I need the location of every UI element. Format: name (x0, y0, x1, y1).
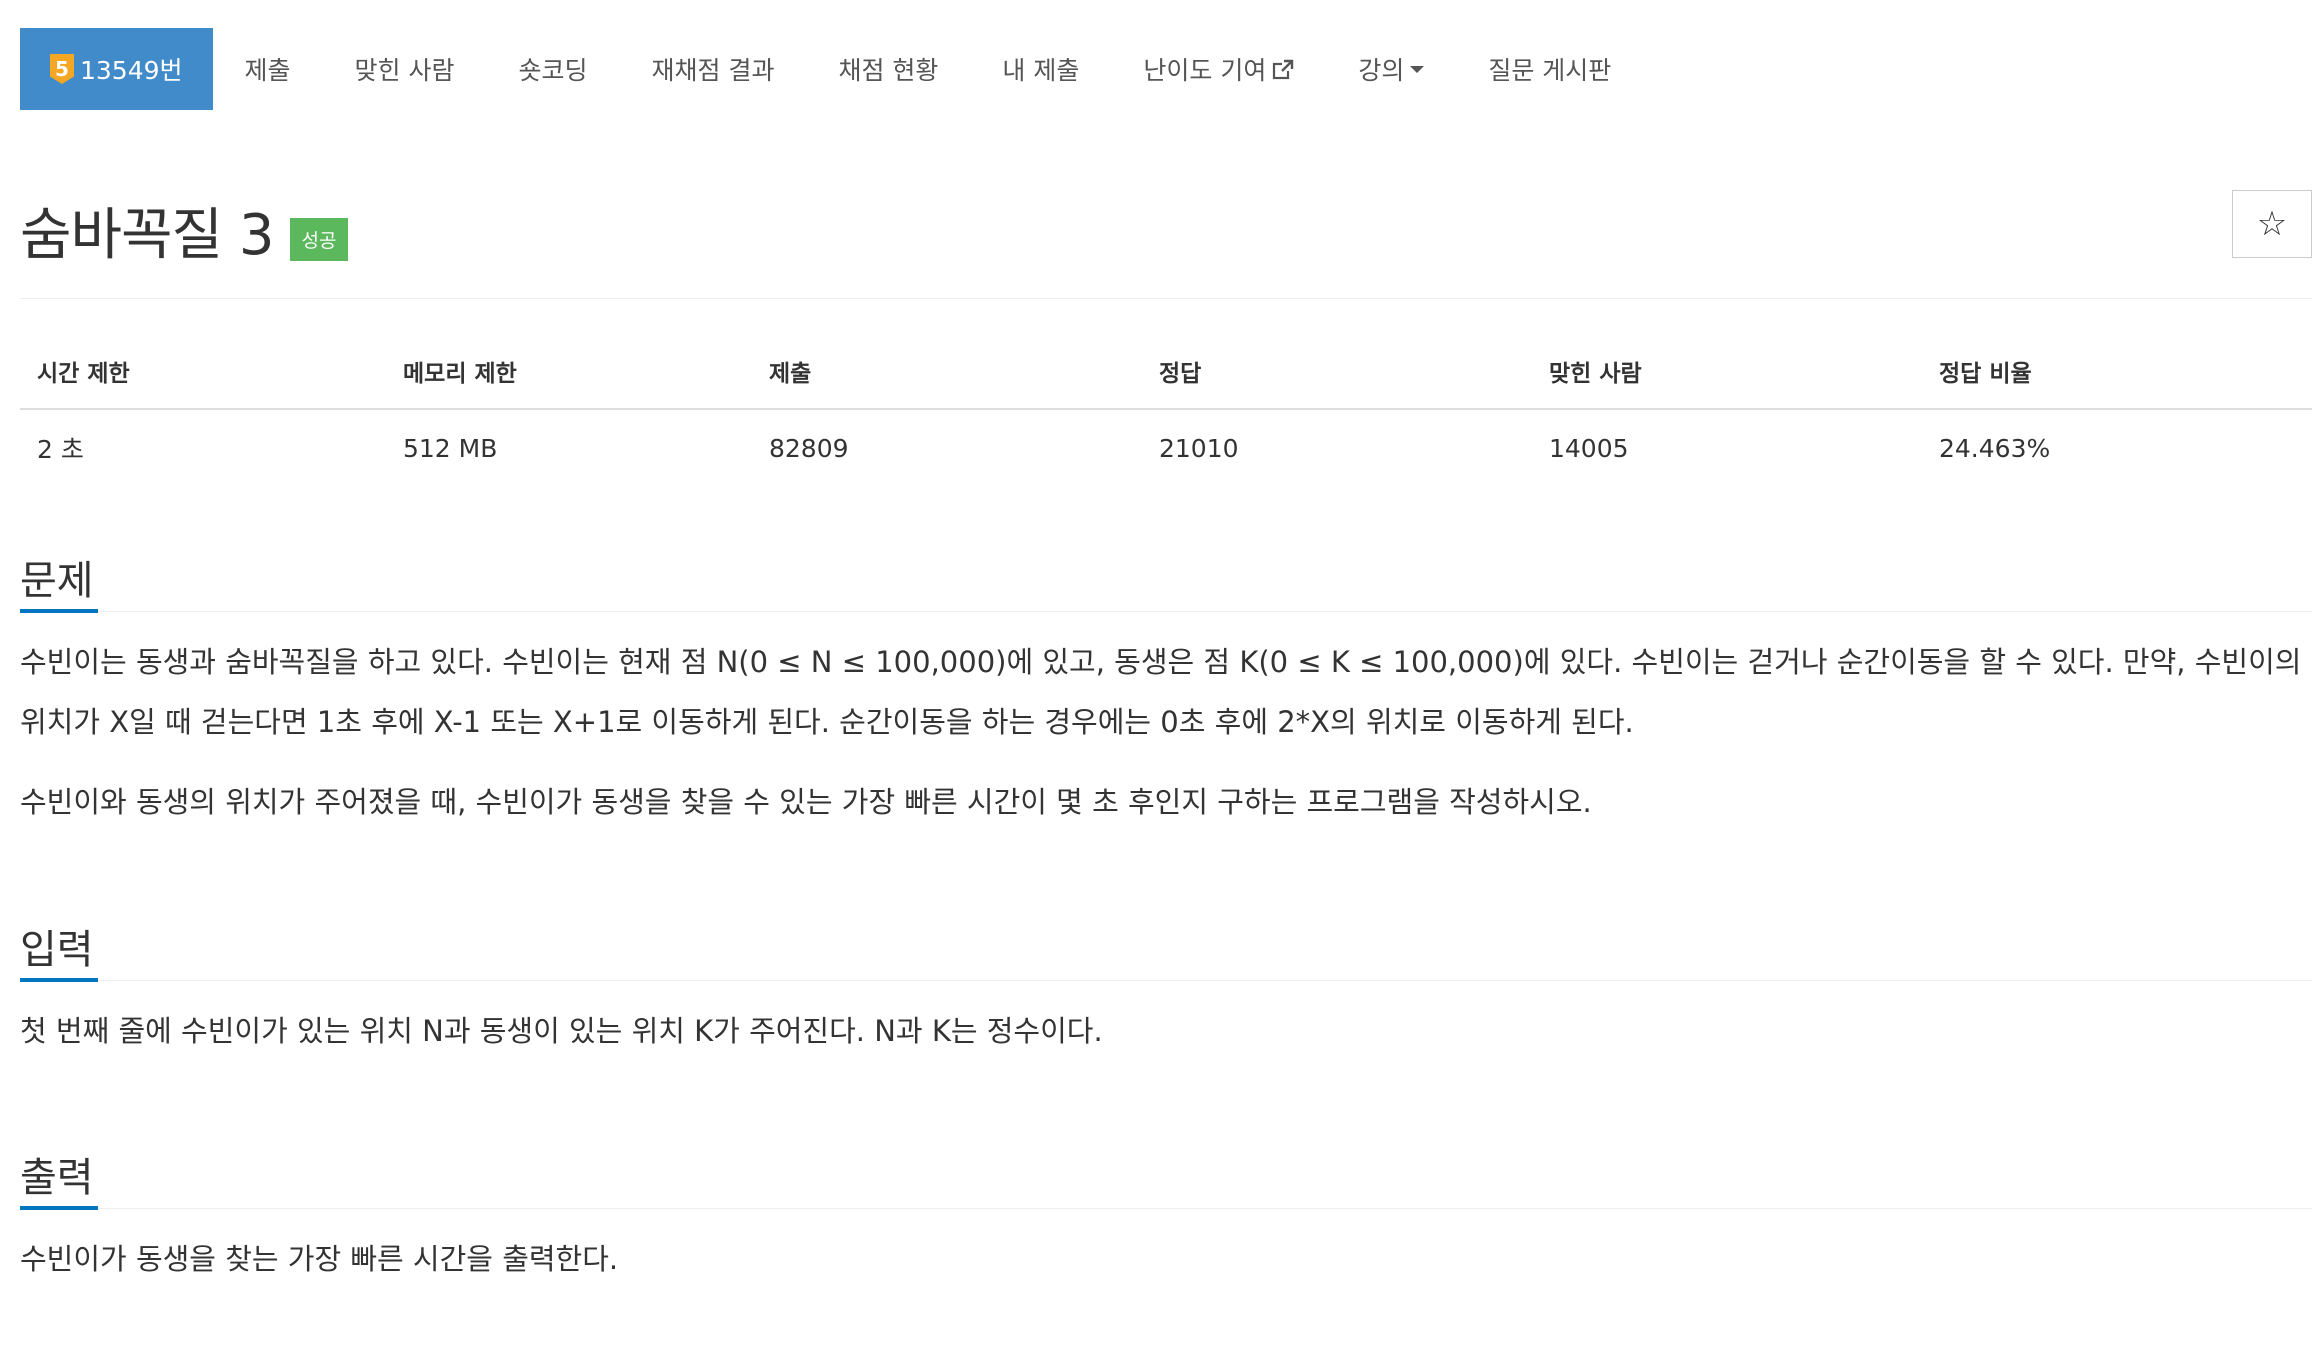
tier-badge-icon: 5 (50, 54, 74, 84)
problem-title-row: 숨바꼭질 3 성공 (20, 190, 349, 271)
input-paragraph: 첫 번째 줄에 수빈이가 있는 위치 N과 동생이 있는 위치 K가 주어진다.… (20, 1014, 1103, 1048)
tab-problem-id[interactable]: 5 13549번 (20, 28, 213, 110)
section-output-underline (20, 1206, 98, 1210)
tab-lectures-dropdown[interactable]: 강의 (1326, 28, 1456, 110)
tab-problem-id-label: 13549번 (80, 56, 183, 85)
description-paragraph: 수빈이는 동생과 숨바꼭질을 하고 있다. 수빈이는 현재 점 N(0 ≤ N … (20, 645, 2302, 739)
tab-judge-status-label: 채점 현황 (838, 56, 939, 85)
value-submissions: 82809 (769, 433, 849, 463)
value-accept-ratio: 24.463% (1939, 433, 2051, 463)
tab-my-submissions[interactable]: 내 제출 (970, 28, 1111, 110)
problem-nav: 5 13549번 제출 맞힌 사람 숏코딩 재채점 결과 채점 현황 내 제출 … (20, 28, 1643, 110)
tab-difficulty-contribution[interactable]: 난이도 기여 (1111, 28, 1326, 110)
section-input: 입력 첫 번째 줄에 수빈이가 있는 위치 N과 동생이 있는 위치 K가 주어… (20, 917, 2312, 1061)
section-input-underline (20, 978, 98, 982)
tab-judge-status[interactable]: 채점 현황 (806, 28, 970, 110)
section-input-title: 입력 (20, 927, 94, 973)
section-description-body: 수빈이는 동생과 숨바꼭질을 하고 있다. 수빈이는 현재 점 N(0 ≤ N … (20, 632, 2312, 832)
tab-solved-users-label: 맞힌 사람 (354, 56, 455, 85)
section-output: 출력 수빈이가 동생을 찾는 가장 빠른 시간을 출력한다. (20, 1145, 2312, 1289)
value-memory-limit: 512 MB (403, 433, 498, 463)
section-description-underline (20, 609, 98, 613)
description-paragraph: 수빈이와 동생의 위치가 주어졌을 때, 수빈이가 동생을 찾을 수 있는 가장… (20, 785, 1592, 819)
header-solved-users: 맞힌 사람 (1532, 340, 1922, 410)
tab-submit-label: 제출 (244, 56, 291, 85)
caret-down-icon (1410, 65, 1425, 73)
problem-title: 숨바꼭질 3 (20, 203, 275, 268)
section-input-body: 첫 번째 줄에 수빈이가 있는 위치 N과 동생이 있는 위치 K가 주어진다.… (20, 1001, 2312, 1061)
tab-question-board[interactable]: 질문 게시판 (1456, 28, 1643, 110)
section-output-header: 출력 (20, 1145, 2312, 1210)
external-link-icon (1272, 58, 1294, 80)
header-memory-limit: 메모리 제한 (386, 340, 752, 410)
section-description-title: 문제 (20, 558, 94, 604)
tab-difficulty-contribution-label: 난이도 기여 (1143, 56, 1267, 85)
tab-my-submissions-label: 내 제출 (1002, 56, 1080, 85)
header-accepted: 정답 (1142, 340, 1532, 410)
tab-solved-users[interactable]: 맞힌 사람 (323, 28, 487, 110)
tab-rejudge-results[interactable]: 재채점 결과 (620, 28, 807, 110)
star-icon: ☆ (2256, 204, 2288, 244)
result-badge: 성공 (289, 218, 349, 261)
output-paragraph: 수빈이가 동생을 찾는 가장 빠른 시간을 출력한다. (20, 1242, 619, 1276)
section-output-title: 출력 (20, 1155, 94, 1201)
tab-short-coding[interactable]: 숏코딩 (487, 28, 620, 110)
header-accept-ratio: 정답 비율 (1922, 340, 2312, 410)
header-submissions: 제출 (752, 340, 1142, 410)
table-header-row: 시간 제한 메모리 제한 제출 정답 맞힌 사람 정답 비율 (20, 340, 2312, 410)
tab-short-coding-label: 숏코딩 (518, 56, 588, 85)
header-time-limit: 시간 제한 (20, 340, 386, 410)
tab-question-board-label: 질문 게시판 (1488, 56, 1612, 85)
favorite-star-button[interactable]: ☆ (2232, 190, 2312, 258)
value-accepted: 21010 (1159, 433, 1239, 463)
problem-info-table: 시간 제한 메모리 제한 제출 정답 맞힌 사람 정답 비율 2 초 512 M… (20, 340, 2312, 486)
section-input-header: 입력 (20, 917, 2312, 982)
section-description: 문제 수빈이는 동생과 숨바꼭질을 하고 있다. 수빈이는 현재 점 N(0 ≤… (20, 548, 2312, 832)
table-row: 2 초 512 MB 82809 21010 14005 24.463% (20, 409, 2312, 486)
tab-submit[interactable]: 제출 (213, 28, 323, 110)
section-description-header: 문제 (20, 548, 2312, 613)
tab-rejudge-results-label: 재채점 결과 (651, 56, 775, 85)
title-divider (20, 298, 2312, 299)
value-time-limit: 2 초 (37, 435, 84, 464)
value-solved-users: 14005 (1549, 433, 1629, 463)
section-output-body: 수빈이가 동생을 찾는 가장 빠른 시간을 출력한다. (20, 1229, 2312, 1289)
tab-lectures-label: 강의 (1358, 56, 1405, 85)
